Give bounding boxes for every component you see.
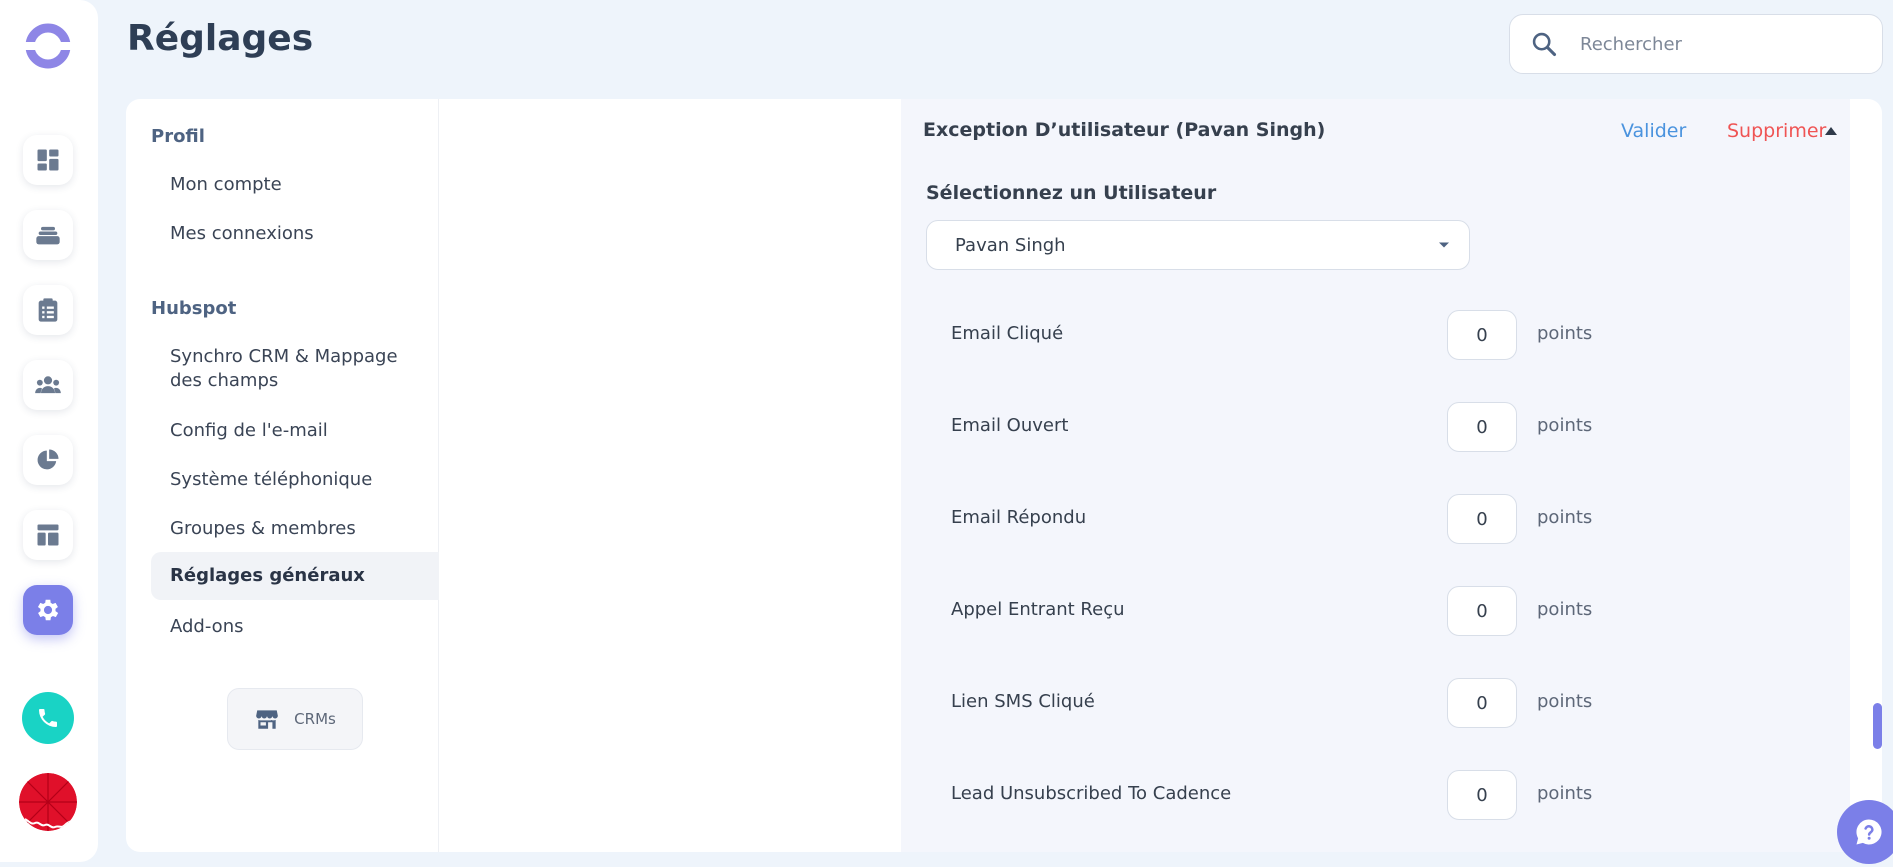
scrollbar-thumb[interactable] (1873, 703, 1882, 749)
rail-people-button[interactable] (23, 360, 73, 410)
score-input-email-clique[interactable] (1447, 310, 1517, 360)
exception-title: Exception D’utilisateur (Pavan Singh) (923, 119, 1326, 141)
rail-dashboard-button[interactable] (23, 135, 73, 185)
nav-section-profil: Profil (151, 126, 205, 147)
phone-icon (39, 709, 57, 727)
caret-up-icon[interactable] (1825, 127, 1837, 135)
rail-templates-button[interactable] (23, 510, 73, 560)
app-rail (0, 0, 98, 862)
score-input-email-ouvert[interactable] (1447, 402, 1517, 452)
dashboard-icon (37, 149, 59, 171)
crms-button[interactable]: CRMs (227, 688, 363, 750)
caret-down-icon (1439, 242, 1449, 248)
score-label: Email Répondu (951, 507, 1087, 528)
score-label: Appel Entrant Reçu (951, 599, 1125, 620)
app-logo-icon[interactable] (24, 22, 72, 70)
pie-chart-icon (37, 449, 59, 470)
score-row-lien-sms: Lien SMS Cliqué points (901, 678, 1850, 728)
clipboard-icon (38, 298, 58, 322)
help-chat-icon (1856, 819, 1882, 845)
score-unit: points (1537, 599, 1593, 620)
score-row-email-clique: Email Cliqué points (901, 310, 1850, 360)
dialer-button[interactable] (22, 692, 74, 744)
rail-stack-button[interactable] (23, 210, 73, 260)
stack-icon (36, 226, 60, 245)
score-unit: points (1537, 783, 1593, 804)
nav-item-add-ons[interactable]: Add-ons (151, 615, 439, 639)
help-button[interactable] (1837, 800, 1893, 864)
nav-item-mon-compte[interactable]: Mon compte (151, 173, 439, 197)
validate-button[interactable]: Valider (1621, 120, 1686, 142)
people-icon (35, 376, 61, 394)
gear-icon (37, 599, 59, 621)
rail-tasks-button[interactable] (23, 285, 73, 335)
score-row-lead-unsubscribed: Lead Unsubscribed To Cadence points (901, 770, 1850, 820)
user-exception-card: Exception D’utilisateur (Pavan Singh) Va… (901, 99, 1850, 852)
score-label: Lien SMS Cliqué (951, 691, 1095, 712)
settings-nav: Profil Mon compte Mes connexions Hubspot… (126, 99, 439, 852)
score-row-appel-entrant: Appel Entrant Reçu points (901, 586, 1850, 636)
score-input-appel-entrant[interactable] (1447, 586, 1517, 636)
user-avatar[interactable] (19, 773, 77, 831)
nav-item-mes-connexions[interactable]: Mes connexions (151, 222, 439, 246)
page-title: Réglages (127, 18, 314, 59)
settings-panel: Profil Mon compte Mes connexions Hubspot… (126, 99, 1882, 852)
search-input[interactable] (1580, 33, 1860, 55)
score-row-email-ouvert: Email Ouvert points (901, 402, 1850, 452)
select-user-label: Sélectionnez un Utilisateur (926, 182, 1217, 204)
nav-item-systeme-telephonique[interactable]: Système téléphonique (151, 468, 439, 492)
nav-item-config-email[interactable]: Config de l'e-mail (151, 419, 439, 443)
score-unit: points (1537, 415, 1593, 436)
score-label: Email Ouvert (951, 415, 1069, 436)
crms-button-label: CRMs (294, 710, 336, 728)
search-box[interactable] (1509, 14, 1883, 74)
search-icon (1532, 32, 1557, 57)
store-icon (256, 710, 279, 729)
nav-item-groupes-membres[interactable]: Groupes & membres (151, 517, 439, 541)
score-input-email-repondu[interactable] (1447, 494, 1517, 544)
score-input-lead-unsubscribed[interactable] (1447, 770, 1517, 820)
score-input-lien-sms[interactable] (1447, 678, 1517, 728)
rail-settings-button[interactable] (23, 585, 73, 635)
score-label: Lead Unsubscribed To Cadence (951, 783, 1232, 804)
delete-button[interactable]: Supprimer (1727, 120, 1826, 142)
nav-item-reglages-generaux[interactable]: Réglages généraux (151, 552, 439, 600)
nav-section-hubspot: Hubspot (151, 298, 237, 319)
score-unit: points (1537, 691, 1593, 712)
score-label: Email Cliqué (951, 323, 1064, 344)
user-select[interactable]: Pavan Singh (926, 220, 1470, 270)
score-unit: points (1537, 507, 1593, 528)
score-unit: points (1537, 323, 1593, 344)
user-select-value: Pavan Singh (955, 234, 1066, 256)
score-row-email-repondu: Email Répondu points (901, 494, 1850, 544)
rail-reports-button[interactable] (23, 435, 73, 485)
layout-icon (37, 524, 59, 546)
nav-item-synchro-crm[interactable]: Synchro CRM & Mappage des champs (151, 345, 421, 393)
